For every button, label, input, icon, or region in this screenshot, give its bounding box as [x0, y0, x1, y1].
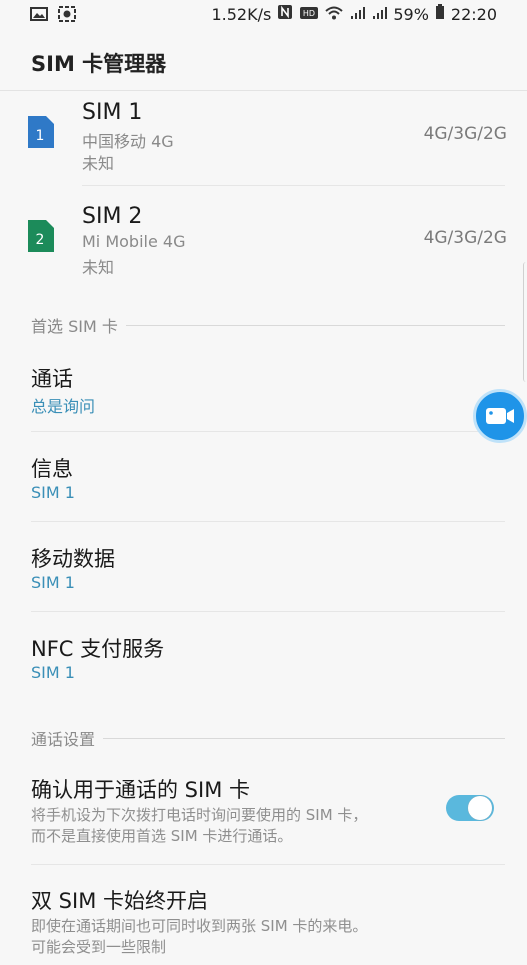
sim-carrier: Mi Mobile 4G: [82, 232, 186, 251]
section-divider: [103, 737, 505, 739]
pref-title: 通话: [31, 367, 73, 391]
divider: [31, 431, 505, 432]
pref-value: 总是询问: [31, 397, 96, 416]
confirm-sim-toggle[interactable]: [446, 795, 494, 821]
sim-card-1[interactable]: 1 SIM 1 中国移动 4G 未知 4G/3G/2G: [0, 90, 527, 194]
section-divider: [125, 324, 505, 326]
svg-text:1: 1: [36, 128, 45, 144]
video-camera-icon: [486, 408, 514, 424]
signal-4g-icon: [349, 5, 366, 24]
pref-value: SIM 1: [31, 483, 75, 502]
section-header-label: 首选 SIM 卡: [31, 317, 118, 336]
sim-card-icon: 1: [28, 116, 54, 148]
sim-name: SIM 2: [82, 204, 143, 229]
floating-video-camera-button[interactable]: [473, 389, 527, 443]
pref-value: SIM 1: [31, 573, 75, 592]
hd-icon: HD: [299, 5, 319, 24]
divider: [31, 521, 505, 522]
sim-status: 未知: [82, 154, 115, 173]
setting-description: 即使在通话期间也可同时收到两张 SIM 卡的来电。 可能会受到一些限制: [31, 916, 481, 958]
sim-status: 未知: [82, 258, 115, 277]
description-line: 即使在通话期间也可同时收到两张 SIM 卡的来电。: [31, 917, 368, 935]
section-header-label: 通话设置: [31, 730, 96, 749]
wifi-icon: [325, 5, 343, 24]
pref-value: SIM 1: [31, 663, 75, 682]
sim-network-modes: 4G/3G/2G: [423, 124, 507, 144]
pref-title: 信息: [31, 457, 73, 481]
section-header-call-settings: 通话设置: [31, 726, 505, 750]
pref-title: 移动数据: [31, 547, 115, 571]
edge-panel-handle[interactable]: [523, 262, 527, 382]
description-line: 将手机设为下次拨打电话时询问要使用的 SIM 卡，: [31, 806, 368, 824]
toggle-knob: [468, 796, 492, 820]
setting-title: 双 SIM 卡始终开启: [31, 889, 208, 913]
divider: [31, 864, 505, 865]
network-speed: 1.52K/s: [211, 4, 272, 24]
sim-card-icon: 2: [28, 220, 54, 252]
description-line: 而不是直接使用首选 SIM 卡进行通话。: [31, 827, 293, 845]
signal-4g-icon: [371, 5, 388, 24]
sim-network-modes: 4G/3G/2G: [423, 228, 507, 248]
sim-card-2[interactable]: 2 SIM 2 Mi Mobile 4G 未知 4G/3G/2G: [0, 194, 527, 298]
sim-carrier: 中国移动 4G: [82, 132, 174, 151]
divider: [82, 185, 505, 186]
pref-title: NFC 支付服务: [31, 637, 165, 661]
battery-percent: 59%: [393, 4, 429, 24]
app-bar: SIM 卡管理器: [0, 30, 527, 91]
battery-icon: [435, 4, 445, 24]
description-line: 可能会受到一些限制: [31, 938, 167, 956]
setting-title: 确认用于通话的 SIM 卡: [31, 778, 250, 802]
page-title: SIM 卡管理器: [31, 52, 167, 76]
image-icon: [30, 6, 48, 26]
clock: 22:20: [450, 4, 497, 24]
svg-text:HD: HD: [303, 9, 315, 18]
section-header-preferred-sim: 首选 SIM 卡: [31, 313, 505, 337]
screen-record-icon: [58, 6, 76, 26]
divider: [31, 611, 505, 612]
setting-description: 将手机设为下次拨打电话时询问要使用的 SIM 卡， 而不是直接使用首选 SIM …: [31, 805, 431, 847]
status-bar: 1.52K/s HD 59% 22:20: [0, 0, 527, 30]
svg-text:2: 2: [36, 232, 45, 248]
nfc-icon: [277, 4, 293, 24]
sim-name: SIM 1: [82, 100, 143, 125]
